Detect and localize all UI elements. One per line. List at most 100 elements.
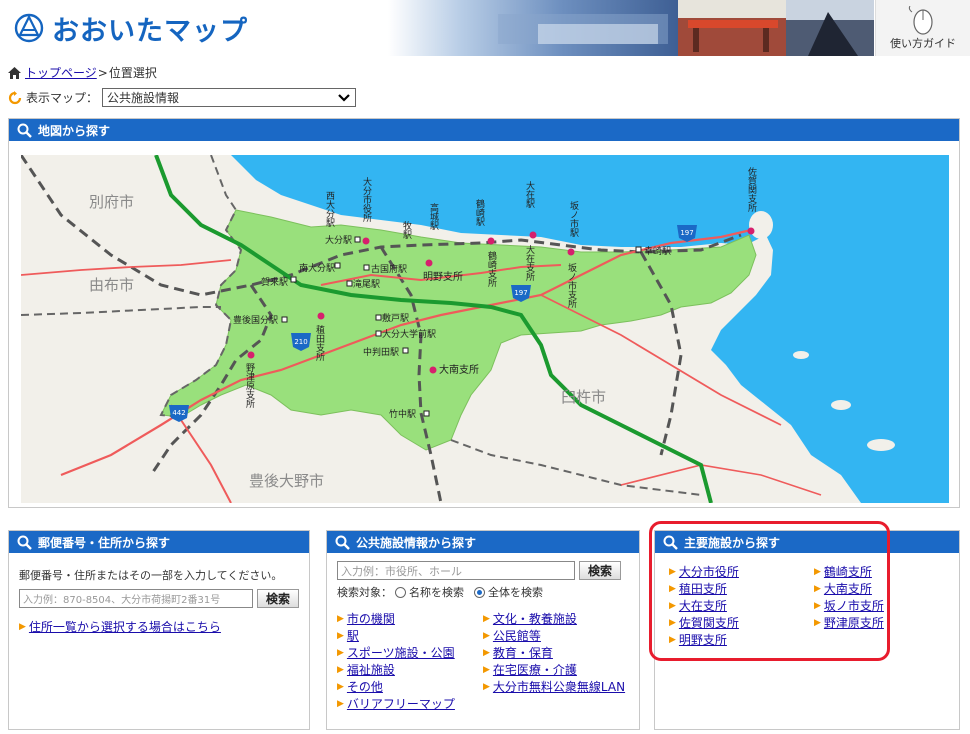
address-search-button[interactable]: 検索	[256, 589, 299, 608]
v-label-shiyakusho[interactable]: 大分市役所	[361, 176, 372, 223]
usage-guide-button[interactable]: 使い方ガイド	[875, 0, 970, 56]
v-label-takashiro[interactable]: 高城駅	[428, 202, 439, 231]
v-label-sakanoichi[interactable]: 坂ノ市駅	[568, 201, 579, 238]
facility-link[interactable]: 大南支所	[824, 580, 872, 597]
magnifier-icon	[17, 123, 32, 138]
major-facility-panel: 主要施設から探す ▶ 大分市役所 ▶ 稙田支所 ▶ 大在支所 ▶ 佐賀関支所 ▶ 明野支所…	[654, 530, 960, 730]
mouse-icon	[908, 5, 933, 35]
address-list-link[interactable]: 住所一覧から選択する場合はこちら	[29, 618, 221, 635]
map-label-yufu: 由布市	[89, 276, 134, 294]
map-label-bungoono: 豊後大野市	[249, 472, 324, 490]
arrow-icon: ▶	[669, 600, 676, 611]
header-banner-image	[388, 0, 874, 56]
list-item: ▶ 大分市無料公衆無線LAN	[483, 678, 629, 695]
facility-link[interactable]: 坂ノ市支所	[824, 597, 884, 614]
v-label-saganoseki[interactable]: 佐賀関支所	[746, 166, 757, 213]
logo-text: おおいたマップ	[52, 15, 248, 47]
facility-link[interactable]: 大在支所	[679, 597, 727, 614]
radio-all-search[interactable]	[474, 586, 485, 598]
category-link[interactable]: その他	[347, 678, 383, 695]
usage-guide-label: 使い方ガイド	[890, 37, 956, 50]
arrow-icon: ▶	[337, 698, 344, 709]
facility-search-input[interactable]: 入力例：市役所、ホール	[337, 561, 575, 580]
arrow-icon: ▶	[337, 613, 344, 624]
station-takio[interactable]: 滝尾駅	[353, 279, 380, 290]
arrow-icon: ▶	[814, 583, 821, 594]
facility-link[interactable]: 野津原支所	[824, 614, 884, 631]
v-label-ozai-shisho[interactable]: 大在支所	[524, 244, 535, 282]
list-item: ▶ 野津原支所	[814, 614, 944, 631]
v-label-tsurusaki[interactable]: 鶴崎駅	[474, 198, 485, 227]
arrow-icon: ▶	[483, 664, 490, 675]
facility-link[interactable]: 大分市役所	[679, 563, 739, 580]
category-link[interactable]: スポーツ施設・公園	[347, 644, 455, 661]
list-item: ▶ 鶴崎支所	[814, 563, 944, 580]
v-label-sakanoichi-shisho[interactable]: 坂ノ市支所	[566, 263, 577, 309]
station-bungokokubu[interactable]: 豊後国分駅	[233, 314, 278, 326]
list-item: ▶ 明野支所	[669, 631, 814, 648]
category-link[interactable]: 市の機関	[347, 610, 395, 627]
category-link[interactable]: 在宅医療・介護	[493, 661, 577, 678]
v-label-nishioita[interactable]: 西大分駅	[324, 191, 335, 228]
postal-search-panel: 郵便番号・住所から探す 郵便番号・住所またはその一部を入力してください。 入力例…	[8, 530, 310, 730]
category-link[interactable]: 福祉施設	[347, 661, 395, 678]
list-item: ▶ 駅	[337, 627, 483, 644]
public-panel-title: 公共施設情報から探す	[356, 535, 477, 550]
category-link[interactable]: 文化・教養施設	[493, 610, 577, 627]
city-map[interactable]: 210 197 197 442 別府市 由布市 臼杵市 豊後大野市 大分駅 南大…	[21, 155, 949, 503]
category-link[interactable]: 駅	[347, 627, 359, 644]
radio-name-search[interactable]	[395, 586, 406, 598]
v-label-inada[interactable]: 稙田支所	[314, 324, 325, 362]
map-label-beppu: 別府市	[89, 193, 134, 211]
office-akeno[interactable]: 明野支所	[423, 271, 463, 283]
map-section-title: 地図から探す	[38, 123, 111, 138]
station-kenjiri[interactable]: 賀来駅	[261, 276, 288, 288]
office-onan[interactable]: 大南支所	[439, 363, 479, 376]
station-oitadaigakumae[interactable]: 大分大学前駅	[382, 328, 436, 340]
facility-link[interactable]: 稙田支所	[679, 580, 727, 597]
address-search-input[interactable]: 入力例：870-8504、大分市荷揚町2番31号	[19, 589, 253, 608]
list-item: ▶ 教育・保育	[483, 644, 629, 661]
map-select-value: 公共施設情報	[107, 91, 180, 105]
facility-search-button[interactable]: 検索	[579, 561, 622, 580]
refresh-icon	[8, 90, 22, 104]
station-nakahanda[interactable]: 中判田駅	[363, 346, 399, 358]
facility-link[interactable]: 鶴崎支所	[824, 563, 872, 580]
facility-category-right: ▶ 文化・教養施設 ▶ 公民館等 ▶ 教育・保育 ▶ 在宅医療・介護 ▶ 大分市無料公衆無…	[483, 610, 629, 712]
arrow-icon: ▶	[337, 664, 344, 675]
station-oita[interactable]: 大分駅	[325, 234, 352, 246]
station-takenaka[interactable]: 竹中駅	[389, 408, 416, 420]
category-link[interactable]: 教育・保育	[493, 644, 553, 661]
list-item: ▶ 市の機関	[337, 610, 483, 627]
facility-category-left: ▶ 市の機関 ▶ 駅 ▶ スポーツ施設・公園 ▶ 福祉施設 ▶ その他 ▶ バリアフリーマッ…	[337, 610, 483, 712]
category-link[interactable]: 公民館等	[493, 627, 541, 644]
home-icon	[8, 66, 21, 79]
breadcrumb-separator: >	[97, 65, 108, 80]
map-type-select[interactable]: 公共施設情報	[102, 88, 357, 107]
category-link[interactable]: バリアフリーマップ	[347, 695, 455, 712]
v-label-notsuharu[interactable]: 野津原支所	[244, 363, 255, 409]
list-item: ▶ 大南支所	[814, 580, 944, 597]
arrow-icon: ▶	[814, 566, 821, 577]
breadcrumb-home-link[interactable]: トップページ	[25, 64, 97, 81]
radio-all-label: 全体を検索	[488, 586, 543, 599]
arrow-icon: ▶	[483, 630, 490, 641]
site-logo[interactable]: おおいたマップ	[14, 8, 248, 48]
station-shikido[interactable]: 敷戸駅	[382, 312, 409, 324]
station-kozaki-east[interactable]: 幸崎駅	[644, 245, 671, 257]
magnifier-icon	[335, 535, 350, 550]
v-label-makidori[interactable]: 牧駅	[401, 220, 412, 240]
station-kozaki[interactable]: 古国府駅	[371, 263, 407, 275]
category-link[interactable]: 大分市無料公衆無線LAN	[493, 678, 625, 695]
site-header: おおいたマップ 使い方ガイド	[0, 0, 970, 58]
arrow-icon: ▶	[483, 613, 490, 624]
v-label-ozai[interactable]: 大在駅	[524, 180, 535, 209]
facility-link[interactable]: 明野支所	[679, 631, 727, 648]
facility-link[interactable]: 佐賀関支所	[679, 614, 739, 631]
magnifier-icon	[17, 535, 32, 550]
v-label-tsurusaki-shisho[interactable]: 鶴崎支所	[486, 250, 497, 288]
svg-text:197: 197	[680, 229, 693, 237]
list-item: ▶ 稙田支所	[669, 580, 814, 597]
arrow-icon: ▶	[669, 583, 676, 594]
station-minamioita[interactable]: 南大分駅	[299, 262, 335, 274]
